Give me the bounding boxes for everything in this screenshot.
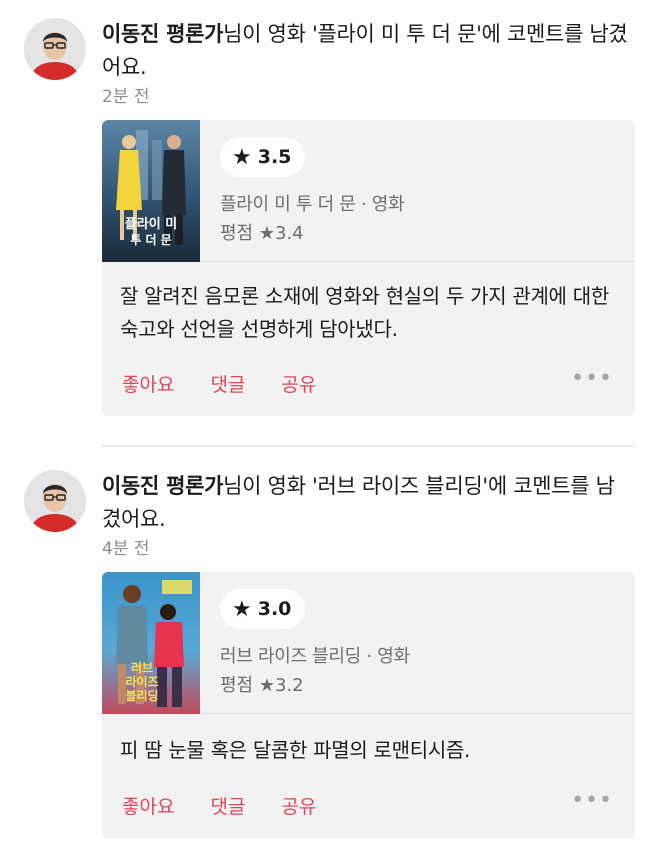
star-icon: ★ [232,596,252,622]
share-button[interactable]: 공유 [281,370,316,397]
my-rating-value: 3.0 [257,598,292,620]
divider [102,445,635,447]
average-rating-label: 평점 [220,223,254,244]
svg-text:플라이 미: 플라이 미 [125,216,177,232]
avatar[interactable] [24,18,86,80]
ellipsis-icon[interactable]: ••• [571,788,613,813]
movie-info[interactable]: 플라이 미 투 더 문 ★ 3.5 플라이 미 투 더 문 · 영화 평점 ★3… [102,120,635,262]
average-rating-label: 평점 [220,675,254,696]
svg-text:블리딩: 블리딩 [125,688,158,703]
svg-text:러브: 러브 [131,660,153,675]
my-rating-value: 3.5 [257,146,292,168]
movie-info[interactable]: 러브 라이즈 블리딩 ★ 3.0 러브 라이즈 블리딩 · 영화 평점 ★3.2 [102,572,635,714]
ellipsis-icon[interactable]: ••• [571,366,613,391]
average-rating: 평점 ★3.4 [220,219,304,245]
average-rating: 평점 ★3.2 [220,671,304,697]
reply-button[interactable]: 댓글 [210,370,245,397]
feed-headline: 이동진 평론가님이 영화 '러브 라이즈 블리딩'에 코멘트를 남겼어요. [102,470,632,536]
action-bar: 좋아요 댓글 공유 [122,370,352,397]
comment-card[interactable]: 러브 라이즈 블리딩 ★ 3.0 러브 라이즈 블리딩 · 영화 평점 ★3.2… [102,572,635,838]
reply-button[interactable]: 댓글 [210,792,245,819]
average-rating-value: 3.2 [275,675,304,696]
author-name[interactable]: 이동진 평론가 [102,22,223,46]
svg-text:라이즈: 라이즈 [125,674,158,689]
svg-text:투 더 문: 투 더 문 [130,232,171,247]
timestamp: 4분 전 [102,539,150,559]
like-button[interactable]: 좋아요 [122,792,174,819]
movie-poster[interactable]: 러브 라이즈 블리딩 [102,572,200,714]
my-rating-badge: ★ 3.5 [220,137,306,177]
timestamp: 2분 전 [102,87,150,107]
avatar[interactable] [24,470,86,532]
star-icon: ★ [232,144,252,170]
movie-meta: 러브 라이즈 블리딩 · 영화 [220,646,410,667]
movie-meta: 플라이 미 투 더 문 · 영화 [220,194,405,215]
comment-card[interactable]: 플라이 미 투 더 문 ★ 3.5 플라이 미 투 더 문 · 영화 평점 ★3… [102,120,635,416]
like-button[interactable]: 좋아요 [122,370,174,397]
my-rating-badge: ★ 3.0 [220,589,306,629]
author-name[interactable]: 이동진 평론가 [102,474,223,498]
comment-text[interactable]: 잘 알려진 음모론 소재에 영화와 현실의 두 가지 관계에 대한 숙고와 선언… [120,280,620,346]
star-icon: ★ [258,675,275,696]
star-icon: ★ [258,223,275,244]
action-bar: 좋아요 댓글 공유 [122,792,352,819]
share-button[interactable]: 공유 [281,792,316,819]
feed-headline: 이동진 평론가님이 영화 '플라이 미 투 더 문'에 코멘트를 남겼어요. [102,18,632,84]
movie-poster[interactable]: 플라이 미 투 더 문 [102,120,200,262]
comment-text[interactable]: 피 땀 눈물 혹은 달콤한 파멸의 로맨티시즘. [120,734,620,767]
average-rating-value: 3.4 [275,223,304,244]
